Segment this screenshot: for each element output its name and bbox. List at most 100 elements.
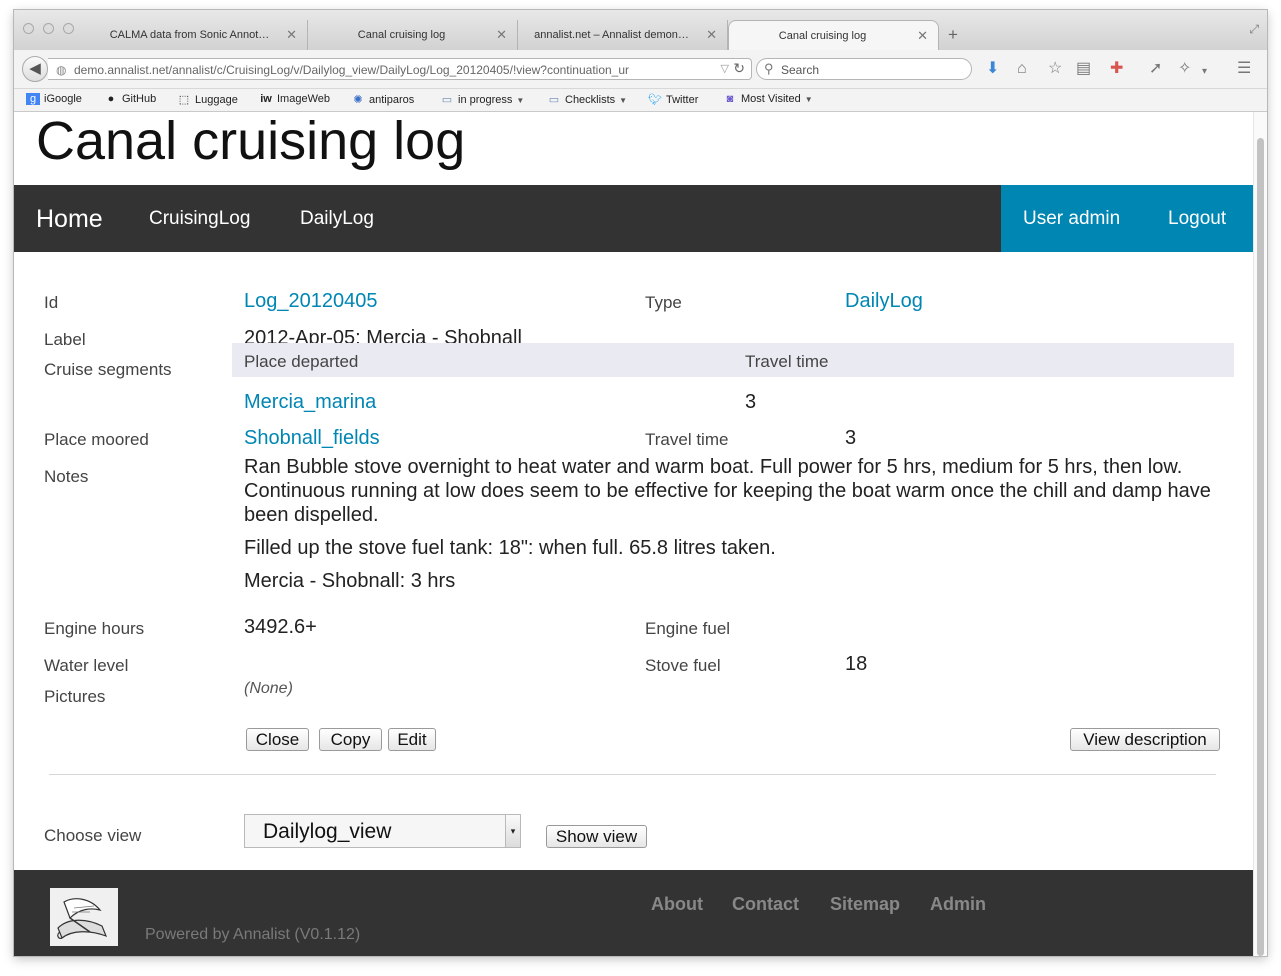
browser-tab[interactable]: Canal cruising log ✕ xyxy=(308,20,518,50)
bookmark-label: Luggage xyxy=(195,94,238,106)
browser-tab[interactable]: annalist.net – Annalist demon… ✕ xyxy=(518,20,728,50)
most-visited-icon: ◙ xyxy=(726,93,734,105)
download-icon[interactable]: ⬇ xyxy=(986,60,999,78)
notes-label: Notes xyxy=(44,467,89,486)
segments-table-header: Place departed Travel time xyxy=(232,343,1234,377)
bookmark-folder-in-progress[interactable]: ▭ in progress ▼ xyxy=(440,93,525,106)
browser-tab[interactable]: CALMA data from Sonic Annot… ✕ xyxy=(94,20,308,50)
powered-by-text: Powered by Annalist (V0.1.12) xyxy=(145,926,361,943)
nav-logout[interactable]: Logout xyxy=(1168,208,1226,230)
tab-close-icon[interactable]: ✕ xyxy=(706,27,717,43)
footer-about-link[interactable]: About xyxy=(651,894,703,915)
nav-home[interactable]: Home xyxy=(36,205,103,234)
chevron-down-icon: ▼ xyxy=(516,96,525,105)
edit-button[interactable]: Edit xyxy=(388,728,436,751)
vertical-scrollbar[interactable] xyxy=(1253,112,1267,956)
col-travel-time: Travel time xyxy=(745,352,829,371)
bookmark-imageweb[interactable]: iw ImageWeb xyxy=(259,93,330,105)
water-level-label: Water level xyxy=(44,656,129,675)
search-icon: ⚲ xyxy=(764,61,774,76)
bookmark-label: ImageWeb xyxy=(277,93,330,105)
imageweb-icon: iw xyxy=(260,93,272,105)
footer-admin-link[interactable]: Admin xyxy=(930,894,986,915)
copy-button[interactable]: Copy xyxy=(319,728,382,751)
annalist-logo xyxy=(50,888,118,946)
nav-cruisinglog[interactable]: CruisingLog xyxy=(149,208,250,230)
tab-strip: CALMA data from Sonic Annot… ✕ Canal cru… xyxy=(14,10,1267,50)
close-button[interactable]: Close xyxy=(246,728,309,751)
label-label: Label xyxy=(44,330,86,349)
bookmark-folder-checklists[interactable]: ▭ Checklists ▼ xyxy=(547,93,627,106)
choose-view-label: Choose view xyxy=(44,826,142,845)
back-arrow-icon[interactable]: ◀ xyxy=(22,56,48,82)
place-moored-link[interactable]: Shobnall_fields xyxy=(244,427,380,450)
tab-close-icon[interactable]: ✕ xyxy=(286,27,297,43)
bookmark-twitter[interactable]: 🐦︎ Twitter xyxy=(648,93,698,106)
new-tab-icon[interactable]: + xyxy=(948,26,958,43)
footer: Powered by Annalist (V0.1.12) About Cont… xyxy=(14,870,1253,956)
home-icon[interactable]: ⌂ xyxy=(1017,60,1027,78)
bookmark-label: Checklists xyxy=(565,94,616,106)
search-input[interactable]: ⚲ Search xyxy=(756,58,972,80)
extension-menu-icon[interactable]: ▾ xyxy=(1202,63,1207,81)
zoom-window-icon[interactable] xyxy=(63,23,74,34)
select-arrow-icon: ▾ xyxy=(505,815,520,847)
pictures-value: (None) xyxy=(244,680,293,697)
type-label: Type xyxy=(645,293,682,312)
fullscreen-icon[interactable]: ⤢ xyxy=(1249,22,1259,37)
page-title: Canal cruising log xyxy=(36,112,466,171)
bookmark-label: Most Visited xyxy=(741,93,801,105)
bookmark-most-visited[interactable]: ◙ Most Visited ▼ xyxy=(723,93,813,105)
nav-dailylog[interactable]: DailyLog xyxy=(300,208,374,230)
scrollbar-thumb[interactable] xyxy=(1257,138,1264,956)
url-text: demo.annalist.net/annalist/c/CruisingLog… xyxy=(74,63,630,77)
globe-icon: ◍ xyxy=(56,63,67,77)
id-label: Id xyxy=(44,293,59,312)
reload-icon[interactable]: ↻ xyxy=(733,60,745,77)
place-moored-label: Place moored xyxy=(44,430,149,449)
address-bar[interactable]: ◍ demo.annalist.net/annalist/c/CruisingL… xyxy=(48,58,752,80)
search-placeholder: Search xyxy=(781,63,820,77)
github-icon: ● xyxy=(107,93,115,105)
col-place-departed: Place departed xyxy=(244,352,359,371)
addon-icon[interactable]: ✚ xyxy=(1110,60,1123,78)
folder-icon: ▭ xyxy=(441,94,453,106)
tab-close-icon[interactable]: ✕ xyxy=(496,27,507,43)
reading-list-icon[interactable]: ▤ xyxy=(1076,60,1091,78)
bookmark-igoogle[interactable]: g iGoogle xyxy=(26,93,82,105)
close-window-icon[interactable] xyxy=(23,23,34,34)
scroll-quill-icon xyxy=(50,888,118,946)
type-link[interactable]: DailyLog xyxy=(845,290,923,313)
bookmark-luggage[interactable]: ⬚ Luggage xyxy=(177,93,238,106)
engine-hours-value: 3492.6+ xyxy=(244,616,317,638)
pictures-label: Pictures xyxy=(44,687,106,706)
footer-sitemap-link[interactable]: Sitemap xyxy=(830,894,900,915)
browser-tab-active[interactable]: Canal cruising log ✕ xyxy=(728,20,939,50)
page-content: Canal cruising log Home CruisingLog Dail… xyxy=(14,112,1253,956)
url-dropdown-icon[interactable]: ▽ xyxy=(721,62,729,75)
bookmark-star-icon[interactable]: ☆ xyxy=(1048,60,1062,78)
footer-contact-link[interactable]: Contact xyxy=(732,894,799,915)
folder-icon: ▭ xyxy=(548,94,560,106)
menu-icon[interactable]: ☰ xyxy=(1237,60,1251,78)
minimize-window-icon[interactable] xyxy=(43,23,54,34)
bookmark-antiparos[interactable]: ✺ antiparos xyxy=(351,93,414,106)
share-icon[interactable]: ➚ xyxy=(1149,60,1162,78)
bookmark-label: in progress xyxy=(458,94,513,106)
site-nav-bar: Home CruisingLog DailyLog User admin Log… xyxy=(14,185,1253,252)
divider xyxy=(49,774,1216,775)
cruise-segments-label: Cruise segments xyxy=(44,360,172,379)
view-description-button[interactable]: View description xyxy=(1070,728,1220,751)
notes-paragraph: Ran Bubble stove overnight to heat water… xyxy=(244,456,1211,526)
extension-icon[interactable]: ✧ xyxy=(1178,60,1191,78)
travel-time-label: Travel time xyxy=(645,430,729,449)
user-nav: User admin Logout xyxy=(1001,185,1253,252)
show-view-button[interactable]: Show view xyxy=(546,825,647,848)
bookmark-label: antiparos xyxy=(369,94,415,106)
id-link[interactable]: Log_20120405 xyxy=(244,290,377,313)
nav-user-admin[interactable]: User admin xyxy=(1023,208,1120,230)
bookmark-github[interactable]: ● GitHub xyxy=(104,93,157,105)
tab-close-icon[interactable]: ✕ xyxy=(917,28,928,44)
segment-place-link[interactable]: Mercia_marina xyxy=(244,391,376,414)
view-select[interactable]: Dailylog_view ▾ xyxy=(244,814,521,848)
